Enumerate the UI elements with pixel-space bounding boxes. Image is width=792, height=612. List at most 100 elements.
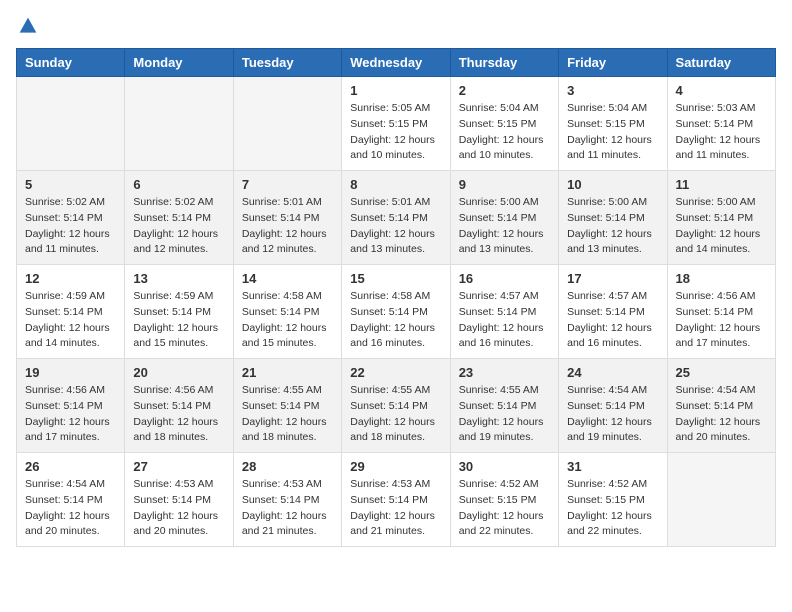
- day-number: 11: [676, 177, 767, 192]
- day-number: 1: [350, 83, 441, 98]
- logo: [16, 16, 40, 36]
- calendar-cell: 29 Sunrise: 4:53 AM Sunset: 5:14 PM Dayli…: [342, 453, 450, 547]
- day-number: 5: [25, 177, 116, 192]
- day-number: 20: [133, 365, 224, 380]
- calendar-cell: 24 Sunrise: 4:54 AM Sunset: 5:14 PM Dayli…: [559, 359, 667, 453]
- day-info: Sunrise: 5:04 AM Sunset: 5:15 PM Dayligh…: [567, 101, 658, 164]
- week-row-3: 12 Sunrise: 4:59 AM Sunset: 5:14 PM Dayli…: [17, 265, 776, 359]
- calendar-cell: 7 Sunrise: 5:01 AM Sunset: 5:14 PM Daylig…: [233, 171, 341, 265]
- day-info: Sunrise: 4:52 AM Sunset: 5:15 PM Dayligh…: [567, 477, 658, 540]
- weekday-header-row: SundayMondayTuesdayWednesdayThursdayFrid…: [17, 49, 776, 77]
- day-info: Sunrise: 4:57 AM Sunset: 5:14 PM Dayligh…: [567, 289, 658, 352]
- calendar-cell: 27Sunrise: 4:53 AM Sunset: 5:14 PM Dayli…: [125, 453, 233, 547]
- calendar-cell: 11 Sunrise: 5:00 AM Sunset: 5:14 PM Dayli…: [667, 171, 775, 265]
- day-info: Sunrise: 4:53 AM Sunset: 5:14 PM Dayligh…: [133, 477, 224, 540]
- day-number: 2: [459, 83, 550, 98]
- day-number: 29: [350, 459, 441, 474]
- day-number: 19: [25, 365, 116, 380]
- day-number: 26: [25, 459, 116, 474]
- day-info: Sunrise: 5:00 AM Sunset: 5:14 PM Dayligh…: [567, 195, 658, 258]
- day-number: 28: [242, 459, 333, 474]
- day-info: Sunrise: 4:53 AM Sunset: 5:14 PM Dayligh…: [350, 477, 441, 540]
- day-info: Sunrise: 4:53 AM Sunset: 5:14 PM Dayligh…: [242, 477, 333, 540]
- day-info: Sunrise: 4:56 AM Sunset: 5:14 PM Dayligh…: [676, 289, 767, 352]
- day-number: 31: [567, 459, 658, 474]
- calendar-cell: 4 Sunrise: 5:03 AM Sunset: 5:14 PM Daylig…: [667, 77, 775, 171]
- week-row-2: 5 Sunrise: 5:02 AM Sunset: 5:14 PM Daylig…: [17, 171, 776, 265]
- calendar-cell: [125, 77, 233, 171]
- weekday-header-monday: Monday: [125, 49, 233, 77]
- calendar-cell: [233, 77, 341, 171]
- week-row-4: 19 Sunrise: 4:56 AM Sunset: 5:14 PM Dayli…: [17, 359, 776, 453]
- calendar-cell: 16 Sunrise: 4:57 AM Sunset: 5:14 PM Dayli…: [450, 265, 558, 359]
- calendar-cell: 8 Sunrise: 5:01 AM Sunset: 5:14 PM Daylig…: [342, 171, 450, 265]
- calendar-cell: [17, 77, 125, 171]
- weekday-header-sunday: Sunday: [17, 49, 125, 77]
- day-info: Sunrise: 4:58 AM Sunset: 5:14 PM Dayligh…: [242, 289, 333, 352]
- day-number: 21: [242, 365, 333, 380]
- day-number: 14: [242, 271, 333, 286]
- day-info: Sunrise: 4:54 AM Sunset: 5:14 PM Dayligh…: [25, 477, 116, 540]
- day-number: 17: [567, 271, 658, 286]
- calendar-cell: 19 Sunrise: 4:56 AM Sunset: 5:14 PM Dayli…: [17, 359, 125, 453]
- day-number: 16: [459, 271, 550, 286]
- calendar-cell: 17 Sunrise: 4:57 AM Sunset: 5:14 PM Dayli…: [559, 265, 667, 359]
- day-number: 18: [676, 271, 767, 286]
- day-info: Sunrise: 4:59 AM Sunset: 5:14 PM Dayligh…: [133, 289, 224, 352]
- day-info: Sunrise: 5:01 AM Sunset: 5:14 PM Dayligh…: [242, 195, 333, 258]
- weekday-header-friday: Friday: [559, 49, 667, 77]
- calendar-cell: 6Sunrise: 5:02 AM Sunset: 5:14 PM Daylig…: [125, 171, 233, 265]
- day-number: 8: [350, 177, 441, 192]
- calendar-cell: 10 Sunrise: 5:00 AM Sunset: 5:14 PM Dayli…: [559, 171, 667, 265]
- calendar-cell: 22 Sunrise: 4:55 AM Sunset: 5:14 PM Dayli…: [342, 359, 450, 453]
- day-info: Sunrise: 5:02 AM Sunset: 5:14 PM Dayligh…: [25, 195, 116, 258]
- day-info: Sunrise: 4:52 AM Sunset: 5:15 PM Dayligh…: [459, 477, 550, 540]
- day-info: Sunrise: 4:54 AM Sunset: 5:14 PM Dayligh…: [567, 383, 658, 446]
- calendar-cell: 18 Sunrise: 4:56 AM Sunset: 5:14 PM Dayli…: [667, 265, 775, 359]
- weekday-header-thursday: Thursday: [450, 49, 558, 77]
- day-info: Sunrise: 4:55 AM Sunset: 5:14 PM Dayligh…: [459, 383, 550, 446]
- page-header: [16, 16, 776, 36]
- calendar-cell: 21Sunrise: 4:55 AM Sunset: 5:14 PM Dayli…: [233, 359, 341, 453]
- weekday-header-saturday: Saturday: [667, 49, 775, 77]
- calendar-cell: 30 Sunrise: 4:52 AM Sunset: 5:15 PM Dayli…: [450, 453, 558, 547]
- day-number: 22: [350, 365, 441, 380]
- calendar-cell: 3 Sunrise: 5:04 AM Sunset: 5:15 PM Daylig…: [559, 77, 667, 171]
- day-number: 12: [25, 271, 116, 286]
- calendar-cell: 26 Sunrise: 4:54 AM Sunset: 5:14 PM Dayli…: [17, 453, 125, 547]
- day-number: 3: [567, 83, 658, 98]
- day-info: Sunrise: 4:57 AM Sunset: 5:14 PM Dayligh…: [459, 289, 550, 352]
- day-info: Sunrise: 4:58 AM Sunset: 5:14 PM Dayligh…: [350, 289, 441, 352]
- day-number: 23: [459, 365, 550, 380]
- day-info: Sunrise: 4:54 AM Sunset: 5:14 PM Dayligh…: [676, 383, 767, 446]
- day-info: Sunrise: 5:01 AM Sunset: 5:14 PM Dayligh…: [350, 195, 441, 258]
- calendar-cell: 13 Sunrise: 4:59 AM Sunset: 5:14 PM Dayli…: [125, 265, 233, 359]
- calendar: SundayMondayTuesdayWednesdayThursdayFrid…: [16, 48, 776, 547]
- day-number: 7: [242, 177, 333, 192]
- day-info: Sunrise: 5:00 AM Sunset: 5:14 PM Dayligh…: [676, 195, 767, 258]
- day-info: Sunrise: 4:56 AM Sunset: 5:14 PM Dayligh…: [25, 383, 116, 446]
- day-number: 25: [676, 365, 767, 380]
- calendar-cell: 12 Sunrise: 4:59 AM Sunset: 5:14 PM Dayli…: [17, 265, 125, 359]
- calendar-cell: 31 Sunrise: 4:52 AM Sunset: 5:15 PM Dayli…: [559, 453, 667, 547]
- calendar-cell: 14 Sunrise: 4:58 AM Sunset: 5:14 PM Dayli…: [233, 265, 341, 359]
- day-number: 30: [459, 459, 550, 474]
- day-number: 4: [676, 83, 767, 98]
- calendar-cell: 23 Sunrise: 4:55 AM Sunset: 5:14 PM Dayli…: [450, 359, 558, 453]
- day-number: 24: [567, 365, 658, 380]
- weekday-header-tuesday: Tuesday: [233, 49, 341, 77]
- day-info: Sunrise: 4:59 AM Sunset: 5:14 PM Dayligh…: [25, 289, 116, 352]
- calendar-cell: [667, 453, 775, 547]
- day-info: Sunrise: 5:00 AM Sunset: 5:14 PM Dayligh…: [459, 195, 550, 258]
- logo-icon: [18, 16, 38, 36]
- day-info: Sunrise: 5:03 AM Sunset: 5:14 PM Dayligh…: [676, 101, 767, 164]
- day-number: 10: [567, 177, 658, 192]
- calendar-cell: 15Sunrise: 4:58 AM Sunset: 5:14 PM Dayli…: [342, 265, 450, 359]
- calendar-cell: 28 Sunrise: 4:53 AM Sunset: 5:14 PM Dayli…: [233, 453, 341, 547]
- day-info: Sunrise: 5:04 AM Sunset: 5:15 PM Dayligh…: [459, 101, 550, 164]
- calendar-cell: 25 Sunrise: 4:54 AM Sunset: 5:14 PM Dayli…: [667, 359, 775, 453]
- day-number: 13: [133, 271, 224, 286]
- day-info: Sunrise: 5:05 AM Sunset: 5:15 PM Dayligh…: [350, 101, 441, 164]
- day-info: Sunrise: 4:55 AM Sunset: 5:14 PM Dayligh…: [350, 383, 441, 446]
- calendar-cell: 1 Sunrise: 5:05 AM Sunset: 5:15 PM Daylig…: [342, 77, 450, 171]
